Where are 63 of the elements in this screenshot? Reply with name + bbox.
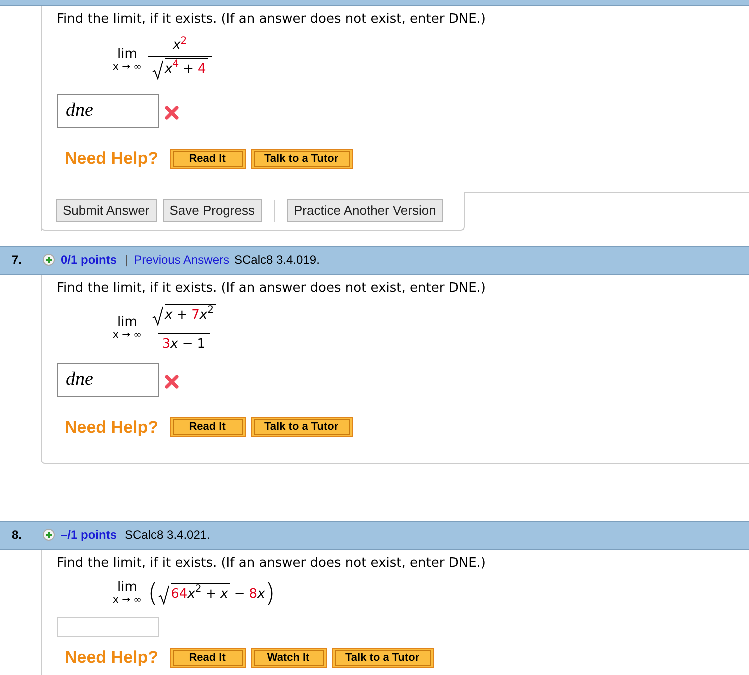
- radical-sign-icon: [152, 306, 164, 326]
- math-exponent: 2: [195, 583, 202, 596]
- open-parenthesis: (: [148, 579, 158, 609]
- need-help-label: Need Help?: [65, 416, 159, 438]
- help-button[interactable]: Talk to a Tutor: [250, 417, 353, 438]
- math-variable: x: [220, 586, 228, 604]
- points-label: 0/1 points: [61, 252, 118, 269]
- question-prompt: Find the limit, if it exists. (If an answer does not exist, enter DNE.): [57, 11, 487, 29]
- help-button[interactable]: Talk to a Tutor: [332, 648, 434, 668]
- math-operator: +: [183, 61, 194, 79]
- points-label: –/1 points: [61, 527, 118, 544]
- math-number: 1: [197, 336, 206, 354]
- reference-label: SCalc8 3.4.021.: [125, 527, 210, 544]
- radical-sign-icon: [152, 60, 164, 80]
- action-button[interactable]: Practice Another Version: [286, 199, 444, 222]
- help-button[interactable]: Read It: [170, 148, 246, 169]
- math-variable: x: [164, 307, 173, 325]
- math-variable: x: [200, 307, 208, 325]
- answer-field[interactable]: [57, 617, 159, 637]
- help-button[interactable]: Talk to a Tutor: [250, 148, 353, 169]
- radical-sign-icon: [158, 584, 170, 605]
- math-variable: x: [170, 336, 178, 354]
- math-exponent: 4: [172, 58, 180, 72]
- math-exponent: 2: [208, 304, 214, 318]
- math-variable: x: [164, 61, 173, 79]
- limit-subscript: x → ∞: [113, 330, 142, 342]
- action-button[interactable]: Submit Answer: [56, 199, 157, 222]
- separator-text: |: [125, 252, 128, 269]
- math-exponent: 2: [180, 35, 188, 47]
- question-number: 8.: [11, 527, 24, 544]
- math-operator: −: [234, 586, 246, 604]
- need-help-label: Need Help?: [65, 647, 159, 669]
- math-variable: x: [188, 586, 196, 604]
- limit-label: lim: [118, 581, 138, 595]
- limit-label: lim: [118, 316, 138, 330]
- reference-label: SCalc8 3.4.019.: [234, 252, 320, 269]
- answer-field[interactable]: dne: [57, 362, 159, 396]
- help-button[interactable]: Read It: [170, 648, 246, 668]
- plus-icon[interactable]: [43, 254, 55, 266]
- help-button[interactable]: Read It: [170, 417, 246, 438]
- math-number: 3: [162, 336, 171, 354]
- answer-field[interactable]: dne: [57, 94, 159, 128]
- math-variable: x: [173, 36, 181, 54]
- limit-subscript: x → ∞: [113, 62, 142, 74]
- math-operator: +: [176, 307, 188, 325]
- math-operator: −: [182, 336, 194, 354]
- limit-label: lim: [118, 48, 138, 62]
- math-number: 64: [171, 586, 188, 604]
- math-variable: x: [258, 586, 266, 604]
- plus-icon[interactable]: [43, 529, 55, 541]
- help-button[interactable]: Watch It: [250, 648, 327, 668]
- question-prompt: Find the limit, if it exists. (If an answer does not exist, enter DNE.): [57, 554, 487, 572]
- limit-subscript: x → ∞: [113, 595, 142, 607]
- need-help-label: Need Help?: [65, 148, 159, 170]
- close-parenthesis: ): [265, 579, 276, 609]
- math-number: 4: [198, 61, 206, 79]
- math-operator: +: [206, 586, 217, 604]
- question-prompt: Find the limit, if it exists. (If an answer does not exist, enter DNE.): [57, 280, 487, 298]
- question-number: 7.: [11, 252, 24, 269]
- math-number: 8: [249, 586, 258, 604]
- math-number: 7: [192, 307, 200, 325]
- previous-answers-link[interactable]: Previous Answers: [134, 251, 230, 269]
- action-button[interactable]: Save Progress: [162, 199, 262, 222]
